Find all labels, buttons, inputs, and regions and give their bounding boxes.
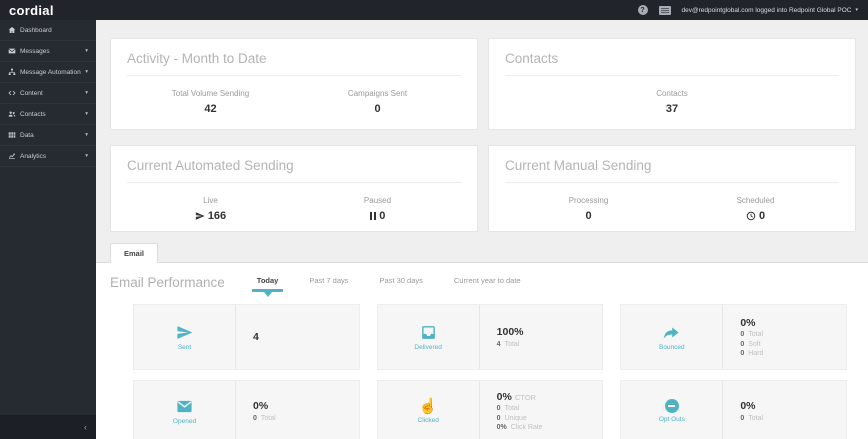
activity-card: Activity - Month to Date Total Volume Se… bbox=[110, 38, 478, 130]
help-icon[interactable]: ? bbox=[637, 5, 648, 15]
card-title: Activity - Month to Date bbox=[127, 51, 461, 76]
minus-circle-icon bbox=[664, 399, 679, 413]
sidebar-item-label: Contacts bbox=[20, 110, 46, 118]
envelope-icon bbox=[177, 400, 192, 412]
inbox-icon bbox=[421, 325, 435, 339]
email-performance-panel: Email Performance Today Past 7 days Past… bbox=[96, 262, 868, 439]
app-window: cordial ? dev@redpointglobal.com logged … bbox=[0, 0, 868, 439]
chevron-down-icon: ▾ bbox=[85, 69, 88, 75]
chevron-down-icon: ▾ bbox=[85, 48, 88, 54]
chevron-down-icon: ▾ bbox=[85, 153, 88, 159]
tab-email[interactable]: Email bbox=[110, 243, 159, 263]
bounce-arrow-icon bbox=[664, 327, 679, 339]
cordial-logo: cordial bbox=[9, 2, 54, 18]
range-tab-past-30-days[interactable]: Past 30 days bbox=[380, 274, 423, 290]
metric-clicked: ☝ Clicked 0% CTOR 0 Total 0 Unique 0% Click … bbox=[376, 380, 604, 439]
code-icon bbox=[8, 89, 20, 97]
sidebar-item-messages[interactable]: Messages ▾ bbox=[0, 41, 96, 62]
stat-campaigns-sent: Campaigns Sent 0 bbox=[347, 89, 408, 115]
stat-total-volume-sending: Total Volume Sending 42 bbox=[171, 89, 250, 115]
stat-contacts: Contacts 37 bbox=[656, 89, 688, 115]
paper-plane-icon bbox=[177, 325, 193, 339]
range-tab-current-year-to-date[interactable]: Current year to date bbox=[454, 274, 521, 290]
sidebar-item-data[interactable]: Data ▾ bbox=[0, 125, 96, 146]
chevron-down-icon: ▾ bbox=[85, 132, 88, 138]
sidebar-item-label: Data bbox=[20, 131, 34, 139]
metric-delivered: Delivered 100% 4 Total bbox=[376, 304, 604, 370]
card-title: Contacts bbox=[505, 51, 839, 76]
paper-plane-icon bbox=[195, 212, 205, 220]
contacts-card: Contacts Contacts 37 bbox=[488, 38, 856, 130]
main-content: Activity - Month to Date Total Volume Se… bbox=[96, 20, 868, 439]
sidebar-collapse-button[interactable]: ‹ bbox=[0, 415, 96, 439]
date-range-tabs: Today Past 7 days Past 30 days Current y… bbox=[251, 274, 521, 292]
clock-icon bbox=[746, 211, 756, 221]
chart-line-icon bbox=[8, 152, 20, 160]
pause-icon bbox=[369, 212, 377, 220]
email-performance-title: Email Performance bbox=[110, 274, 225, 290]
manual-sending-card: Current Manual Sending Processing 0 Sche… bbox=[488, 145, 856, 232]
session-text: dev@redpointglobal.com logged into Redpo… bbox=[681, 6, 852, 14]
sidebar-item-message-automation[interactable]: Message Automation ▾ bbox=[0, 62, 96, 83]
metric-opened: Opened 0% 0 Total bbox=[133, 380, 360, 439]
collapse-arrow-icon: ‹ bbox=[84, 422, 87, 432]
sidebar-item-label: Analytics bbox=[20, 152, 47, 160]
card-title: Current Automated Sending bbox=[127, 158, 461, 183]
card-title: Current Manual Sending bbox=[505, 158, 839, 183]
stat-paused: Paused 0 bbox=[363, 196, 392, 222]
sidebar-item-label: Content bbox=[20, 89, 43, 97]
email-metrics-grid: Sent 4 Delivered 100% 4 Total Bounced 0%… bbox=[133, 304, 847, 439]
chevron-down-icon: ▾ bbox=[855, 7, 858, 13]
envelope-icon bbox=[8, 47, 20, 55]
sidebar-item-analytics[interactable]: Analytics ▾ bbox=[0, 146, 96, 167]
topbar: cordial ? dev@redpointglobal.com logged … bbox=[0, 0, 868, 20]
sidebar-item-content[interactable]: Content ▾ bbox=[0, 83, 96, 104]
stat-scheduled: Scheduled 0 bbox=[736, 196, 775, 222]
overview-row-1: Activity - Month to Date Total Volume Se… bbox=[110, 38, 856, 130]
chevron-down-icon: ▾ bbox=[85, 90, 88, 96]
sidebar-item-label: Message Automation bbox=[20, 68, 81, 76]
metric-sent: Sent 4 bbox=[133, 304, 360, 370]
range-tab-today[interactable]: Today bbox=[251, 274, 283, 292]
users-icon bbox=[8, 110, 20, 118]
sidebar-item-label: Dashboard bbox=[20, 26, 52, 34]
notifications-icon[interactable] bbox=[658, 5, 671, 15]
sidebar: Dashboard Messages ▾ Message Automation … bbox=[0, 20, 96, 439]
hand-pointer-icon: ☝ bbox=[418, 397, 438, 415]
sidebar-item-contacts[interactable]: Contacts ▾ bbox=[0, 104, 96, 125]
chevron-down-icon: ▾ bbox=[85, 111, 88, 117]
topbar-right: ? dev@redpointglobal.com logged into Red… bbox=[637, 5, 868, 15]
sidebar-item-dashboard[interactable]: Dashboard bbox=[0, 20, 96, 41]
user-session-menu[interactable]: dev@redpointglobal.com logged into Redpo… bbox=[682, 7, 858, 14]
table-icon bbox=[8, 131, 20, 139]
range-tab-past-7-days[interactable]: Past 7 days bbox=[309, 274, 348, 290]
sidebar-item-label: Messages bbox=[20, 47, 50, 55]
overview-row-2: Current Automated Sending Live 166 Pause… bbox=[110, 145, 856, 232]
stat-processing: Processing 0 bbox=[568, 196, 609, 222]
automation-icon bbox=[8, 68, 20, 76]
home-icon bbox=[8, 26, 20, 34]
stat-live: Live 166 bbox=[127, 196, 294, 222]
metric-opt-outs: Opt Outs 0% 0 Total bbox=[620, 380, 847, 439]
metric-bounced: Bounced 0% 0 Total 0 Soft 0 Hard bbox=[620, 304, 847, 370]
automated-sending-card: Current Automated Sending Live 166 Pause… bbox=[110, 145, 478, 232]
channel-tabs: Email bbox=[110, 243, 868, 263]
